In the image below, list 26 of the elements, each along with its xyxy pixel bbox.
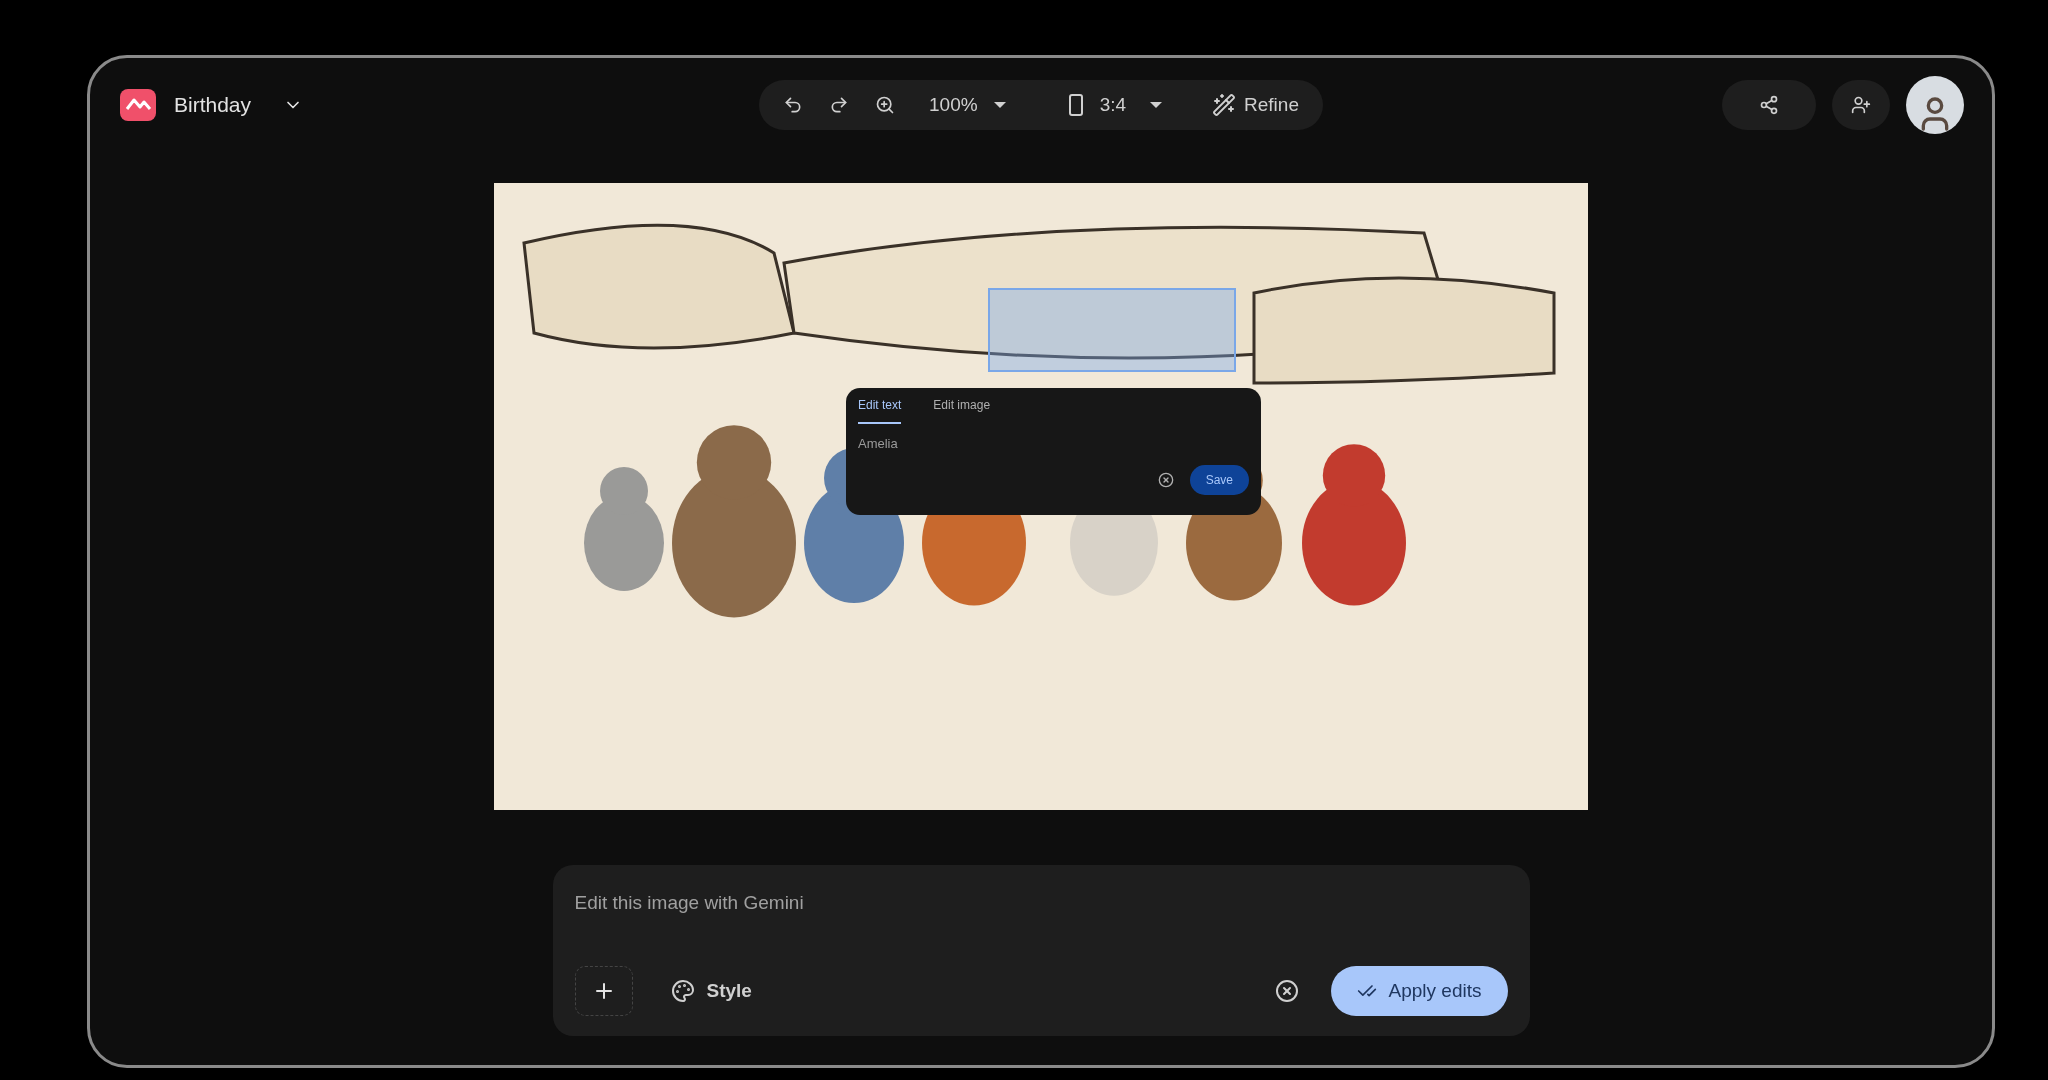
- text-input[interactable]: Amelia: [858, 434, 1249, 454]
- zoom-dropdown[interactable]: 100%: [929, 90, 1006, 120]
- add-button[interactable]: [574, 966, 633, 1016]
- apply-edits-button[interactable]: Apply edits: [1330, 966, 1508, 1016]
- redo-icon[interactable]: [829, 95, 849, 115]
- aspect-ratio-dropdown[interactable]: 3:4: [1063, 90, 1163, 120]
- prompt-input[interactable]: Edit this image with Gemini: [574, 889, 1508, 918]
- selection-box[interactable]: [988, 288, 1236, 372]
- clear-icon[interactable]: [1157, 472, 1174, 488]
- magic-wand-icon: [1212, 93, 1237, 117]
- popup-tab[interactable]: Edit text: [858, 396, 902, 424]
- refine-button[interactable]: Refine: [1212, 90, 1299, 120]
- app-logo-icon: [118, 87, 158, 123]
- style-button[interactable]: Style: [670, 976, 752, 1006]
- avatar[interactable]: [1906, 76, 1964, 134]
- undo-icon[interactable]: [783, 95, 803, 115]
- share-icon: [1759, 95, 1779, 115]
- document-title: Birthday: [174, 92, 252, 119]
- zoom-icon[interactable]: [875, 95, 895, 115]
- save-button[interactable]: Save: [1189, 465, 1249, 495]
- clear-icon[interactable]: [1274, 979, 1299, 1003]
- palette-icon: [670, 979, 695, 1003]
- popup-tab[interactable]: Edit image: [933, 396, 991, 424]
- add-person-button[interactable]: [1832, 80, 1890, 130]
- add-person-icon: [1851, 95, 1871, 115]
- share-button[interactable]: [1722, 80, 1816, 130]
